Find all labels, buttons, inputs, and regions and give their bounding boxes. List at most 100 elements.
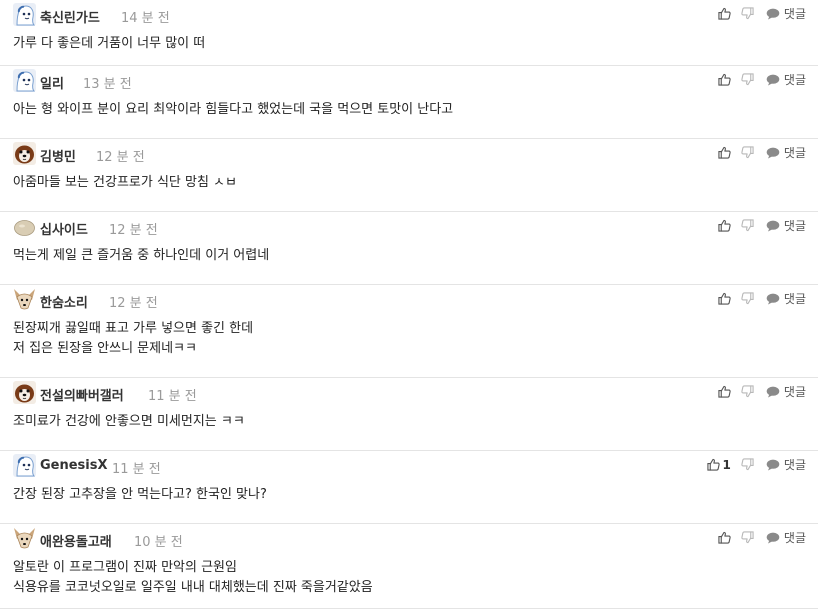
comment-line: 저 집은 된장을 안쓰니 문제네ㅋㅋ (13, 341, 197, 356)
like-button[interactable] (718, 531, 731, 544)
fox-avatar[interactable] (13, 527, 36, 550)
comment-author[interactable]: 전설의빠버갤러 (40, 385, 124, 404)
like-button[interactable] (718, 219, 731, 232)
comment-line: 식용유를 코코넛오일로 일주일 내내 대체했는데 진짜 죽을거같았음 (13, 580, 373, 595)
comment-body: 가루 다 좋은데 거품이 너무 많이 떠 (13, 34, 205, 54)
reply-button[interactable]: 댓글 (766, 383, 806, 400)
thumbs-up-icon (718, 531, 731, 544)
comment-item: 일리 13 분 전아는 형 와이프 분이 요리 최악이라 힘들다고 했었는데 국을… (0, 66, 818, 139)
comment-line: 조미료가 건강에 안좋으면 미세먼지는 ㅋㅋ (13, 414, 245, 429)
comment-item: 애완용돌고래 10 분 전알토란 이 프로그램이 진짜 만악의 근원임 식용유를 코… (0, 524, 818, 609)
dislike-button[interactable] (741, 73, 754, 86)
dog-avatar[interactable] (13, 142, 36, 165)
ghost-avatar[interactable] (13, 454, 36, 477)
comment-line: 간장 된장 고추장을 안 먹는다고? 한국인 맞나? (13, 487, 267, 502)
comment-author[interactable]: 십사이드 (40, 219, 88, 238)
comment-author[interactable]: 축신린가드 (40, 7, 100, 26)
dog-avatar[interactable] (13, 381, 36, 404)
thumbs-down-icon (741, 531, 754, 544)
like-button[interactable] (718, 385, 731, 398)
reply-button[interactable]: 댓글 (766, 529, 806, 546)
thumbs-up-icon (718, 7, 731, 20)
ghost-avatar[interactable] (13, 3, 36, 26)
speech-bubble-icon (766, 293, 780, 304)
reply-button[interactable]: 댓글 (766, 144, 806, 161)
thumbs-up-icon (718, 385, 731, 398)
dislike-button[interactable] (741, 219, 754, 232)
reply-button[interactable]: 댓글 (766, 456, 806, 473)
reply-button[interactable]: 댓글 (766, 290, 806, 307)
comment-author[interactable]: GenesisX (40, 458, 108, 473)
like-button[interactable] (718, 7, 731, 20)
ghost-avatar[interactable] (13, 69, 36, 92)
dislike-button[interactable] (741, 458, 754, 471)
comment-actions: 댓글 (718, 71, 806, 88)
comment-actions: 댓글 (718, 5, 806, 22)
dislike-button[interactable] (741, 385, 754, 398)
thumbs-down-icon (741, 7, 754, 20)
comment-line: 아줌마들 보는 건강프로가 식단 망침 ㅅㅂ (13, 175, 237, 190)
speech-bubble-icon (766, 220, 780, 231)
comment-author[interactable]: 김병민 (40, 146, 76, 165)
comment-list: 축신린가드 14 분 전 가루 다 좋은데 거품이 너무 많이 떠 댓글 일리 13 분 … (0, 0, 830, 609)
thumbs-down-icon (741, 292, 754, 305)
reply-label: 댓글 (783, 385, 806, 399)
comment-actions: 댓글 (718, 383, 806, 400)
comment-body: 된장찌개 끓일때 표고 가루 넣으면 좋긴 한데저 집은 된장을 안쓰니 문제네… (13, 319, 253, 359)
comment-item: GenesisX 11 분 전간장 된장 고추장을 안 먹는다고? 한국인 맞나?… (0, 451, 818, 524)
comment-actions: 댓글 (718, 529, 806, 546)
fox-avatar[interactable] (13, 288, 36, 311)
like-button[interactable] (718, 146, 731, 159)
thumbs-up-icon (718, 292, 731, 305)
reply-label: 댓글 (783, 7, 806, 21)
speech-bubble-icon (766, 8, 780, 19)
comment-body: 알토란 이 프로그램이 진짜 만악의 근원임 식용유를 코코넛오일로 일주일 내내… (13, 558, 373, 598)
speech-bubble-icon (766, 532, 780, 543)
reply-label: 댓글 (783, 458, 806, 472)
thumbs-down-icon (741, 458, 754, 471)
like-button[interactable] (718, 292, 731, 305)
comment-item: 전설의빠버갤러 11 분 전 조미료가 건강에 안좋으면 미세먼지는 ㅋㅋ 댓글 (0, 378, 818, 451)
thumbs-down-icon (741, 146, 754, 159)
thumbs-up-icon (706, 458, 720, 471)
reply-label: 댓글 (783, 146, 806, 160)
reply-label: 댓글 (783, 292, 806, 306)
blob-avatar[interactable] (13, 215, 36, 238)
speech-bubble-icon (766, 386, 780, 397)
comment-item: 십사이드 12 분 전먹는게 제일 큰 즐거움 중 하나인데 이거 어렵네 댓글 (0, 212, 818, 285)
comment-line: 가루 다 좋은데 거품이 너무 많이 떠 (13, 36, 206, 51)
reply-button[interactable]: 댓글 (766, 71, 806, 88)
comment-author[interactable]: 한숨소리 (40, 292, 88, 311)
comment-time: 12 분 전 (109, 223, 158, 238)
comment-time: 10 분 전 (134, 535, 183, 550)
comment-actions: 댓글 (718, 290, 806, 307)
dislike-button[interactable] (741, 146, 754, 159)
comment-author[interactable]: 애완용돌고래 (40, 531, 112, 550)
reply-button[interactable]: 댓글 (766, 5, 806, 22)
like-button[interactable] (718, 73, 731, 86)
comment-body: 먹는게 제일 큰 즐거움 중 하나인데 이거 어렵네 (13, 246, 269, 266)
thumbs-up-icon (718, 146, 731, 159)
comment-line: 먹는게 제일 큰 즐거움 중 하나인데 이거 어렵네 (13, 248, 270, 263)
comment-time: 11 분 전 (112, 462, 161, 477)
comment-time: 13 분 전 (83, 77, 132, 92)
comment-actions: 댓글 (718, 217, 806, 234)
speech-bubble-icon (766, 74, 780, 85)
reply-label: 댓글 (783, 219, 806, 233)
comment-actions: 댓글 (718, 144, 806, 161)
like-button[interactable]: 1 (706, 458, 731, 472)
reply-label: 댓글 (783, 73, 806, 87)
thumbs-down-icon (741, 385, 754, 398)
thumbs-down-icon (741, 73, 754, 86)
thumbs-up-icon (718, 73, 731, 86)
comment-body: 아는 형 와이프 분이 요리 최악이라 힘들다고 했었는데 국을 먹으면 토맛이… (13, 100, 453, 120)
comment-body: 간장 된장 고추장을 안 먹는다고? 한국인 맞나? (13, 485, 267, 505)
dislike-button[interactable] (741, 7, 754, 20)
comment-author[interactable]: 일리 (40, 73, 64, 92)
comment-line: 된장찌개 끓일때 표고 가루 넣으면 좋긴 한데 (13, 321, 254, 336)
dislike-button[interactable] (741, 292, 754, 305)
speech-bubble-icon (766, 147, 780, 158)
comment-body: 조미료가 건강에 안좋으면 미세먼지는 ㅋㅋ (13, 412, 245, 432)
reply-button[interactable]: 댓글 (766, 217, 806, 234)
dislike-button[interactable] (741, 531, 754, 544)
